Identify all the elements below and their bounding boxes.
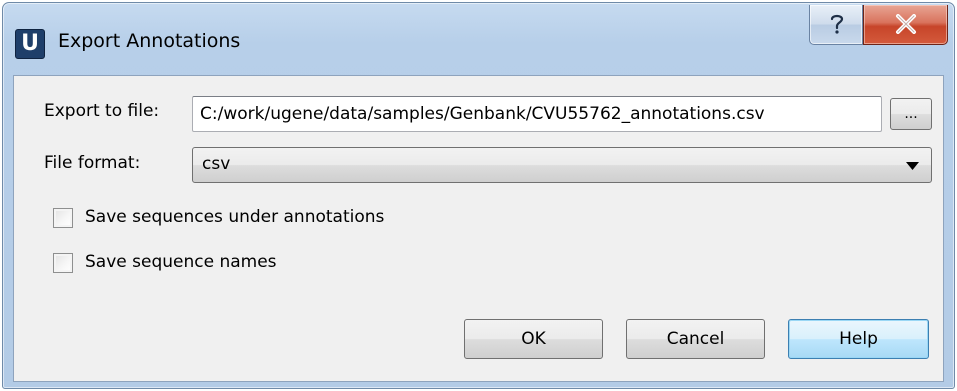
cancel-button[interactable]: Cancel	[626, 319, 765, 359]
browse-file-button[interactable]: ...	[890, 98, 932, 130]
save-sequence-names-checkbox[interactable]	[53, 253, 73, 273]
question-mark-icon	[830, 14, 844, 34]
ok-button[interactable]: OK	[464, 319, 603, 359]
save-sequence-names-label[interactable]: Save sequence names	[85, 252, 277, 272]
file-format-label: File format:	[44, 153, 141, 173]
file-format-dropdown[interactable]: csv	[192, 147, 932, 183]
export-annotations-dialog: U Export Annotations Export to file: ...…	[2, 2, 955, 389]
ugene-app-icon: U	[15, 29, 45, 59]
export-to-file-label: Export to file:	[44, 101, 160, 121]
dialog-title: Export Annotations	[58, 30, 241, 52]
export-file-path-input[interactable]	[192, 96, 882, 132]
save-sequences-checkbox[interactable]	[53, 208, 73, 228]
save-sequences-label[interactable]: Save sequences under annotations	[85, 207, 384, 227]
dialog-body: Export to file: ... File format: csv Sav…	[13, 75, 944, 382]
title-help-button[interactable]	[809, 5, 863, 45]
close-icon	[896, 14, 916, 34]
chevron-down-icon	[906, 162, 919, 170]
title-close-button[interactable]	[863, 5, 948, 45]
help-button[interactable]: Help	[788, 319, 929, 359]
file-format-selected-value: csv	[202, 154, 231, 174]
